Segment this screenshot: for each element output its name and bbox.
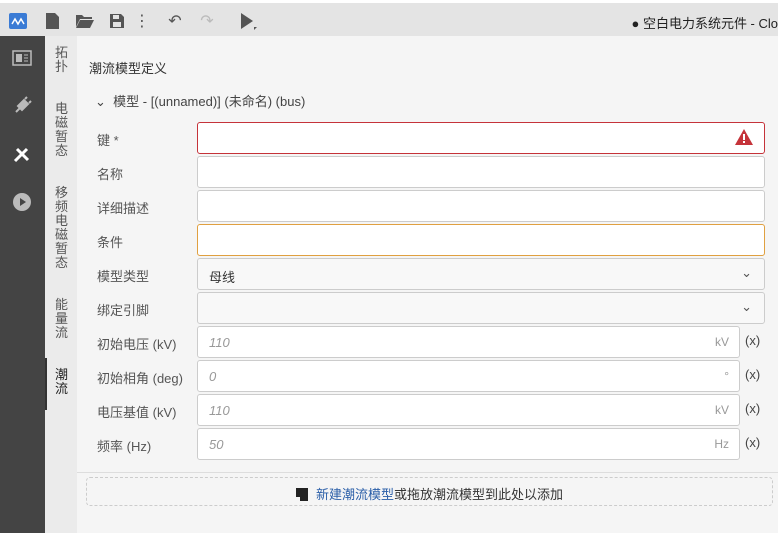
save-icon[interactable] [107, 11, 127, 31]
chevron-down-icon: ⌄ [741, 265, 752, 280]
divider [77, 472, 778, 473]
key-input[interactable] [197, 122, 765, 154]
field-pin: 绑定引脚 ⌄ [97, 292, 777, 324]
unit-label: kV [714, 403, 729, 417]
model-section-header[interactable]: ⌄ 模型 - [(unnamed)] (未命名) (bus) [95, 91, 305, 110]
field-label: 电压基值 (kV) [97, 405, 177, 420]
warning-icon [735, 129, 753, 148]
expression-toggle[interactable]: (x) [745, 367, 760, 382]
description-input[interactable] [197, 190, 765, 222]
pin-select[interactable]: ⌄ [197, 292, 765, 324]
field-label: 频率 (Hz) [97, 439, 152, 454]
base-voltage-input[interactable]: 110 kV [197, 394, 740, 426]
selected-value: 母线 [209, 270, 236, 285]
input-value: 110 [209, 335, 230, 350]
tab-shifted-emt[interactable]: 移频电磁暂态 [45, 186, 73, 270]
explorer-icon[interactable] [10, 46, 34, 70]
new-model-icon [295, 488, 308, 504]
expression-toggle[interactable]: (x) [745, 333, 760, 348]
chevron-down-icon: ⌄ [95, 94, 106, 109]
tab-topology[interactable]: 拓扑 [45, 46, 73, 74]
field-label: 名称 [97, 167, 124, 182]
expression-toggle[interactable]: (x) [745, 435, 760, 450]
condition-input[interactable] [197, 224, 765, 256]
run-icon[interactable] [238, 11, 258, 31]
init-voltage-input[interactable]: 110 kV [197, 326, 740, 358]
field-label: 初始电压 (kV) [97, 337, 177, 352]
tools-icon[interactable] [10, 142, 34, 166]
modified-dot: ● [631, 16, 640, 31]
field-label: 详细描述 [97, 201, 150, 216]
drop-hint: 或拖放潮流模型到此处以添加 [394, 487, 564, 502]
field-frequency: 频率 (Hz) 50 Hz (x) [97, 428, 777, 460]
section-title: 模型 - [(unnamed)] (未命名) (bus) [113, 94, 306, 109]
field-key: 键 * [97, 122, 777, 154]
play-circle-icon[interactable] [10, 190, 34, 214]
tab-energy-flow[interactable]: 能量流 [45, 298, 73, 340]
tab-power-flow[interactable]: 潮流 [45, 358, 73, 410]
unit-label: ° [724, 369, 729, 383]
undo-icon[interactable]: ↶ [165, 11, 185, 31]
input-value: 0 [209, 369, 217, 384]
input-value: 110 [209, 403, 230, 418]
new-file-icon[interactable] [42, 11, 62, 31]
window-title: 空白电力系统元件 - Clo [642, 16, 778, 31]
field-label: 初始相角 (deg) [97, 371, 183, 386]
drop-zone[interactable]: 新建潮流模型或拖放潮流模型到此处以添加 [86, 477, 773, 506]
field-description: 详细描述 [97, 190, 777, 222]
unit-label: kV [714, 335, 729, 349]
open-folder-icon[interactable] [75, 11, 95, 31]
field-condition: 条件 [97, 224, 777, 256]
plug-icon[interactable] [10, 94, 34, 118]
tab-emt[interactable]: 电磁暂态 [45, 102, 73, 158]
input-value: 50 [209, 437, 224, 452]
vertical-tabs: 拓扑 电磁暂态 移频电磁暂态 能量流 潮流 [45, 36, 77, 533]
field-name: 名称 [97, 156, 777, 188]
new-power-flow-model-link[interactable]: 新建潮流模型 [316, 487, 394, 502]
field-base-voltage: 电压基值 (kV) 110 kV (x) [97, 394, 777, 426]
more-icon[interactable]: ⋮ [132, 11, 152, 31]
field-label: 模型类型 [97, 269, 150, 284]
main-panel: 潮流模型定义 ⌄ 模型 - [(unnamed)] (未命名) (bus) 键 … [77, 36, 778, 533]
unit-label: Hz [714, 437, 729, 451]
field-init-angle: 初始相角 (deg) 0 ° (x) [97, 360, 777, 392]
field-model-type: 模型类型 母线 ⌄ [97, 258, 777, 290]
title-bar: ⋮ ↶ ↷ ● 空白电力系统元件 - Clo [0, 0, 778, 36]
model-type-select[interactable]: 母线 ⌄ [197, 258, 765, 290]
activity-bar [0, 36, 45, 533]
chevron-down-icon: ⌄ [741, 299, 752, 314]
field-init-voltage: 初始电压 (kV) 110 kV (x) [97, 326, 777, 358]
field-label: 绑定引脚 [97, 303, 150, 318]
expression-toggle[interactable]: (x) [745, 401, 760, 416]
name-input[interactable] [197, 156, 765, 188]
field-label: 条件 [97, 235, 124, 250]
page-title: 潮流模型定义 [89, 61, 168, 76]
field-label: 键 * [97, 133, 119, 148]
app-logo-icon [8, 11, 28, 31]
frequency-input[interactable]: 50 Hz [197, 428, 740, 460]
redo-icon: ↷ [200, 13, 214, 30]
init-angle-input[interactable]: 0 ° [197, 360, 740, 392]
